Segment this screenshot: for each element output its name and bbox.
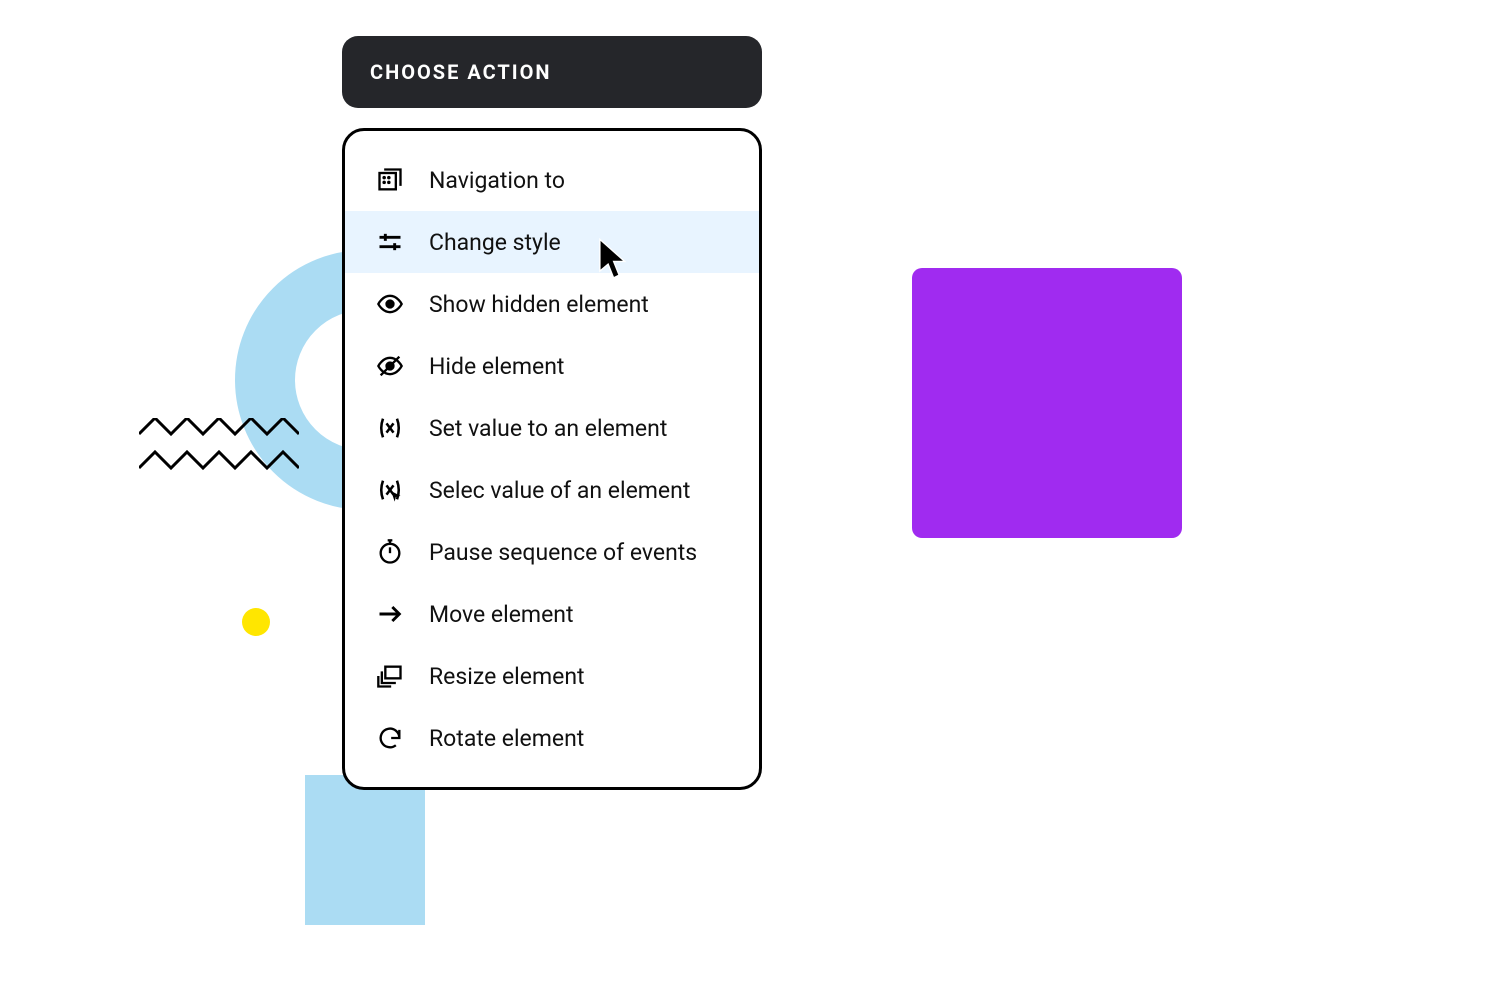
menu-item-pause[interactable]: Pause sequence of events — [345, 521, 759, 583]
decorative-zigzag — [139, 418, 299, 478]
choose-action-title: CHOOSE ACTION — [370, 60, 552, 84]
menu-item-select-value[interactable]: Selec value of an element — [345, 459, 759, 521]
decorative-square — [305, 775, 425, 925]
menu-item-move[interactable]: Move element — [345, 583, 759, 645]
menu-item-label: Show hidden element — [429, 291, 649, 318]
menu-item-label: Set value to an element — [429, 415, 667, 442]
menu-item-label: Navigation to — [429, 167, 565, 194]
variable-select-icon — [375, 475, 405, 505]
menu-item-label: Pause sequence of events — [429, 539, 697, 566]
menu-item-resize[interactable]: Resize element — [345, 645, 759, 707]
decorative-purple-square — [912, 268, 1182, 538]
menu-item-navigation[interactable]: Navigation to — [345, 149, 759, 211]
menu-item-hide-element[interactable]: Hide element — [345, 335, 759, 397]
rotate-icon — [375, 723, 405, 753]
stopwatch-icon — [375, 537, 405, 567]
action-dropdown: Navigation to Change style Show hidden e… — [342, 128, 762, 790]
menu-item-label: Rotate element — [429, 725, 584, 752]
arrow-right-icon — [375, 599, 405, 629]
navigation-icon — [375, 165, 405, 195]
menu-item-show-hidden[interactable]: Show hidden element — [345, 273, 759, 335]
menu-item-label: Hide element — [429, 353, 564, 380]
sliders-icon — [375, 227, 405, 257]
decorative-dot — [242, 608, 270, 636]
menu-item-label: Selec value of an element — [429, 477, 690, 504]
eye-off-icon — [375, 351, 405, 381]
menu-item-change-style[interactable]: Change style — [345, 211, 759, 273]
menu-item-label: Change style — [429, 229, 561, 256]
variable-x-icon — [375, 413, 405, 443]
resize-icon — [375, 661, 405, 691]
menu-item-label: Move element — [429, 601, 574, 628]
choose-action-header: CHOOSE ACTION — [342, 36, 762, 108]
eye-icon — [375, 289, 405, 319]
menu-item-rotate[interactable]: Rotate element — [345, 707, 759, 769]
mouse-cursor — [598, 238, 632, 282]
menu-item-set-value[interactable]: Set value to an element — [345, 397, 759, 459]
menu-item-label: Resize element — [429, 663, 585, 690]
